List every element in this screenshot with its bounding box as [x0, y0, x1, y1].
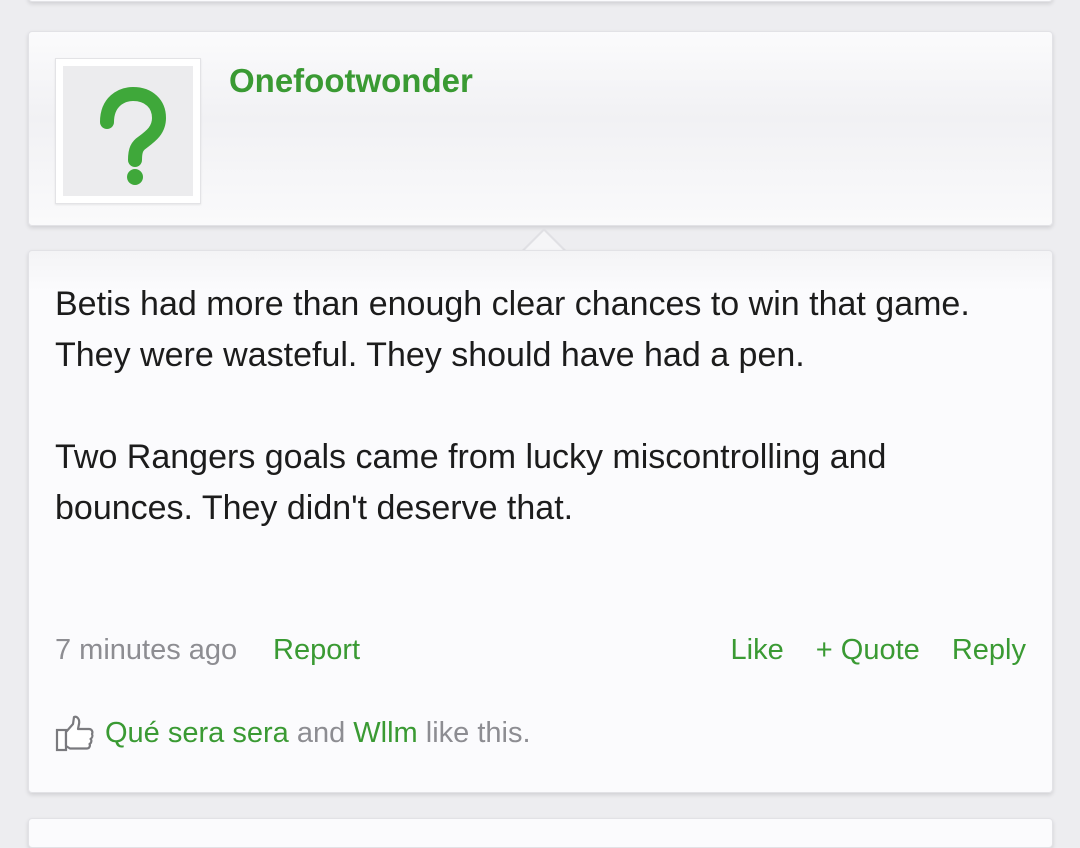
liker-link[interactable]: Qué sera sera — [105, 717, 289, 750]
liker-link[interactable]: Wllm — [353, 717, 417, 750]
speech-pointer-fill — [524, 231, 564, 251]
avatar-placeholder — [63, 66, 193, 196]
avatar[interactable] — [55, 58, 201, 204]
author-username-link[interactable]: Onefootwonder — [229, 62, 473, 100]
likes-connector: and — [296, 716, 346, 749]
post-body: Betis had more than enough clear chances… — [55, 279, 1015, 534]
post-card: Betis had more than enough clear chances… — [28, 250, 1053, 793]
likes-summary: Qué sera sera and Wllm like this. — [55, 713, 531, 753]
like-button[interactable]: Like — [731, 634, 784, 666]
next-post-card — [28, 818, 1053, 848]
thumbs-up-icon — [55, 713, 95, 753]
previous-post-card — [28, 0, 1053, 2]
report-link[interactable]: Report — [273, 634, 360, 667]
post-author-header: Onefootwonder — [28, 31, 1053, 226]
post-paragraph: Betis had more than enough clear chances… — [55, 285, 970, 374]
post-actions: Like + Quote Reply — [707, 634, 1026, 667]
post-timestamp: 7 minutes ago — [55, 634, 238, 666]
likes-suffix: like this. — [425, 716, 531, 749]
question-mark-icon — [100, 86, 167, 185]
reply-button[interactable]: Reply — [952, 634, 1026, 666]
post-paragraph: Two Rangers goals came from lucky miscon… — [55, 438, 887, 527]
post-meta-row: 7 minutes ago Report Like + Quote Reply — [55, 634, 1026, 674]
quote-button[interactable]: + Quote — [816, 634, 920, 666]
